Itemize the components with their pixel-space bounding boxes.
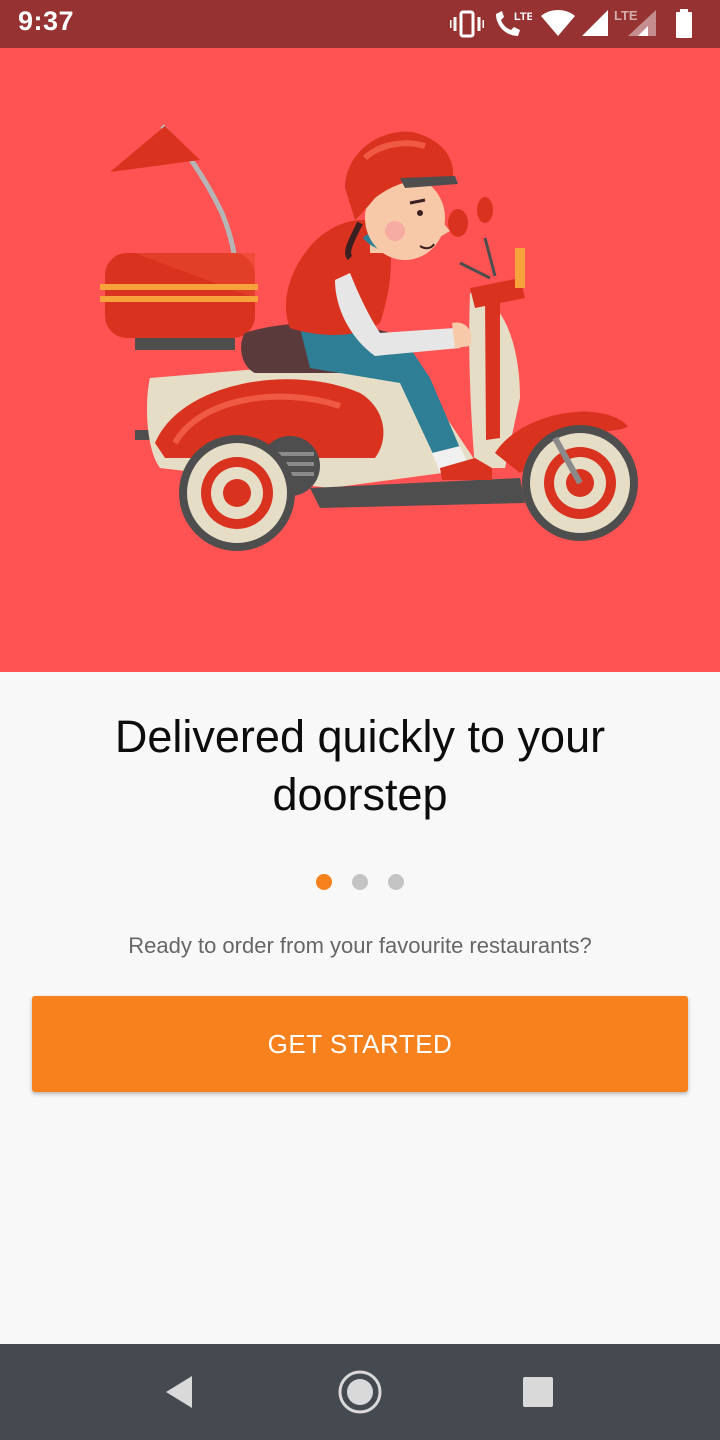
onboarding-screen: 9:37 LTE LTE Delivered quickly to your d…	[0, 0, 720, 1440]
get-started-button[interactable]: GET STARTED	[32, 996, 688, 1092]
wifi-icon	[541, 10, 575, 36]
lte-signal-icon: LTE	[614, 8, 656, 36]
page-dot-2[interactable]	[352, 874, 368, 890]
back-icon[interactable]	[156, 1368, 204, 1416]
page-indicator	[0, 874, 720, 890]
signal-icon	[582, 10, 608, 36]
status-time: 9:37	[18, 6, 75, 36]
scooter-delivery-illustration	[100, 124, 638, 551]
status-icons: LTE LTE	[450, 8, 700, 40]
lte-call-icon: LTE	[496, 11, 532, 36]
vibrate-icon	[450, 10, 484, 38]
system-nav-bar	[0, 1344, 720, 1440]
status-bar: 9:37 LTE LTE	[0, 0, 720, 48]
page-dot-3[interactable]	[388, 874, 404, 890]
onboarding-headline: Delivered quickly to your doorstep	[114, 711, 606, 820]
lte-signal-label: LTE	[614, 8, 638, 23]
battery-icon	[676, 9, 692, 38]
hero-banner	[0, 48, 720, 672]
lte-call-label: LTE	[514, 11, 532, 23]
onboarding-subtitle: Ready to order from your favourite resta…	[128, 933, 592, 958]
home-icon[interactable]	[336, 1368, 384, 1416]
recents-icon[interactable]	[514, 1368, 562, 1416]
page-dot-1[interactable]	[316, 874, 332, 890]
